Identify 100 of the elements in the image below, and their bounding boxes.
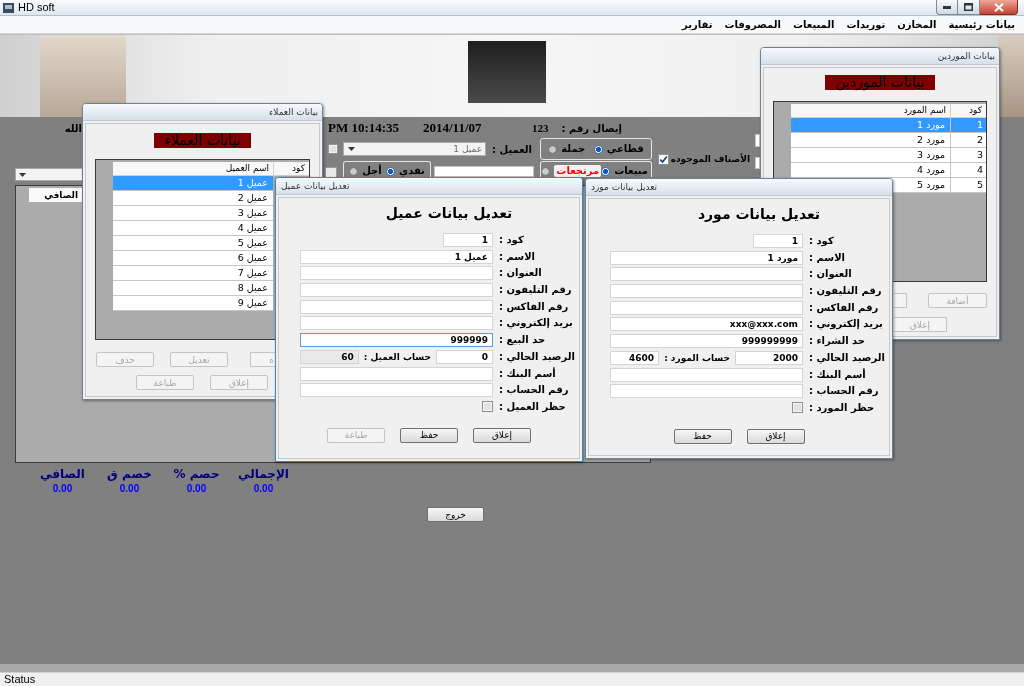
exit-button[interactable]: خروج (427, 507, 484, 522)
small-button[interactable] (325, 167, 337, 178)
table-row[interactable]: عميل 8 (113, 281, 273, 296)
customer-dropdown[interactable]: عميل 1 (343, 142, 486, 156)
header-text: الله (63, 122, 82, 134)
field-label: العميل : (490, 143, 532, 155)
radio-button[interactable] (349, 166, 359, 176)
table-row[interactable]: عميل 6 (113, 251, 273, 266)
table-row[interactable]: عميل 5 (113, 236, 273, 251)
field-label: رقم التليفون : (809, 284, 883, 299)
minimize-icon (943, 5, 951, 9)
checkbox[interactable] (658, 154, 669, 165)
receipt-label: إيصال رقم : (560, 122, 622, 134)
input-field[interactable]: 1 (443, 233, 493, 247)
close-button[interactable] (980, 0, 1018, 15)
radio-button[interactable] (541, 166, 551, 176)
input-field[interactable] (300, 383, 493, 398)
input-field[interactable]: xxx@xxx.com (610, 317, 803, 332)
input-field[interactable]: 4600 (610, 350, 660, 365)
table-row[interactable]: عميل 3 (113, 206, 273, 221)
field-label: كود : (499, 233, 525, 247)
maximize-button[interactable] (958, 0, 980, 15)
field-label: رقم الحساب : (499, 383, 570, 398)
input-field[interactable] (610, 384, 803, 399)
close-button[interactable]: إعلاق (746, 428, 805, 444)
input-field[interactable] (300, 366, 493, 381)
close-button[interactable]: إعلاق (473, 427, 531, 443)
radio-button[interactable] (593, 144, 603, 154)
minimize-button[interactable] (936, 0, 958, 15)
table-row[interactable]: عميل 7 (113, 266, 273, 281)
checkbox[interactable] (792, 402, 803, 414)
input-field[interactable] (755, 134, 760, 147)
close-icon (993, 2, 1004, 12)
field-label: بريد إلكتروني : (809, 317, 884, 332)
menu-item[interactable]: تقارير (677, 19, 718, 30)
input-field[interactable]: 0 (436, 349, 493, 364)
input-field[interactable]: 1 (753, 234, 803, 248)
save-button[interactable]: حفظ (400, 427, 458, 443)
radio-button[interactable] (548, 144, 558, 154)
checkbox-label: الأصناف الموجوده (670, 153, 750, 165)
table-row[interactable]: عميل 2 (113, 191, 273, 206)
table-cell-text: مورد 4 (916, 163, 946, 177)
table-cell-text: مورد 3 (916, 148, 946, 162)
input-field[interactable] (755, 157, 760, 169)
field-label: الاسم : (809, 250, 847, 265)
total-value: 0.00 (186, 483, 207, 494)
total-label: الإجمالي (238, 467, 289, 481)
table-cell: 3 (950, 148, 986, 162)
input-field[interactable]: 999999999 (610, 334, 803, 349)
input-field[interactable]: 2000 (735, 350, 803, 365)
table-row[interactable]: عميل 9 (113, 296, 273, 311)
field-label: رقم التليفون : (499, 283, 573, 298)
checkbox[interactable] (328, 144, 338, 154)
radio-label: مبيعات (614, 165, 648, 177)
menu-item[interactable]: المبيعات (788, 19, 840, 30)
input-field[interactable]: 999999 (300, 333, 493, 348)
input-field[interactable]: عميل 1 (300, 249, 493, 264)
table-cell: 4 (950, 163, 986, 177)
total-label: خصم ق (107, 467, 152, 481)
input-field[interactable] (610, 367, 803, 382)
table-cell: 1 (950, 118, 986, 132)
form-heading: تعديل بيانات عميل (384, 204, 514, 222)
field-label: الرصيد الحالي : (499, 349, 575, 364)
form-heading: تعديل بيانات مورد (696, 205, 822, 223)
field-label: رقم الفاكس : (499, 299, 570, 314)
partial-button[interactable] (894, 293, 907, 308)
column-header: كود (950, 104, 986, 117)
input-field[interactable] (300, 299, 493, 314)
menu-item[interactable]: المصروفات (719, 19, 786, 30)
input-field[interactable] (300, 266, 493, 281)
date-text: 2014/11/07 (423, 120, 483, 136)
table-cell-text: مورد 5 (916, 178, 946, 192)
menu-item[interactable]: توريدات (841, 19, 891, 30)
field-label: الرصيد الحالي : (809, 350, 885, 365)
table-row[interactable]: عميل 4 (113, 221, 273, 236)
input-field[interactable]: مورد 1 (610, 250, 803, 265)
table-cell-text: مورد 2 (916, 133, 946, 147)
input-field[interactable] (434, 166, 534, 177)
radio-label: أجل (362, 165, 382, 177)
field-label: الاسم : (499, 249, 537, 264)
save-button[interactable]: حفظ (673, 428, 732, 444)
field-label: أسم البنك : (809, 367, 867, 382)
menu-item[interactable]: بيانات رئيسية (943, 19, 1020, 30)
checkbox[interactable] (482, 401, 493, 413)
input-field[interactable] (610, 300, 803, 315)
status-text: Status (4, 673, 36, 686)
total-value: 0.00 (52, 483, 73, 494)
field-label: العنوان : (809, 267, 853, 282)
column-header: اسم العميل (224, 162, 270, 175)
input-field[interactable] (610, 284, 803, 299)
menu-item[interactable]: المخازن (892, 19, 942, 30)
radio-label: نقدي (398, 165, 425, 177)
radio-button[interactable] (385, 166, 395, 176)
field-label: رقم الفاكس : (809, 300, 880, 315)
field-label: حساب العميل : (363, 351, 431, 362)
input-field[interactable] (300, 283, 493, 298)
dropdown[interactable] (15, 168, 82, 181)
input-field[interactable] (300, 316, 493, 331)
input-field[interactable] (610, 267, 803, 282)
field-label: أسم البنك : (499, 366, 557, 381)
